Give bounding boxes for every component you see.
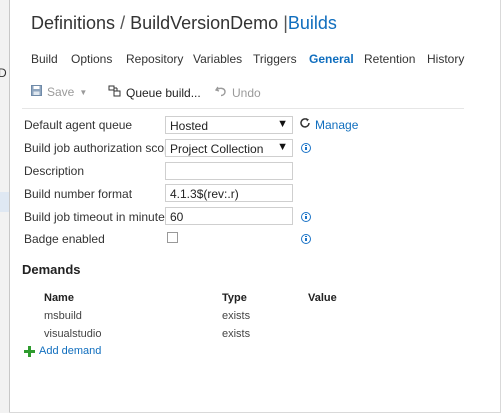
builds-link[interactable]: Builds: [288, 13, 337, 33]
auth-scope-select[interactable]: Project Collection ▼: [165, 139, 293, 157]
undo-icon: [214, 85, 227, 100]
breadcrumb-separator: /: [120, 13, 126, 33]
demand-type: exists: [222, 328, 251, 340]
tab-repository[interactable]: Repository: [126, 52, 183, 66]
tab-general[interactable]: General: [309, 52, 354, 66]
agent-queue-label: Default agent queue: [24, 118, 133, 132]
refresh-icon: [299, 117, 311, 132]
toolbar-divider: [22, 108, 464, 109]
tab-build[interactable]: Build: [31, 52, 58, 66]
save-label: Save: [47, 85, 75, 99]
info-icon[interactable]: [301, 143, 311, 153]
agent-queue-select[interactable]: Hosted ▼: [165, 116, 293, 134]
definition-name: BuildVersionDemo: [130, 13, 279, 33]
auth-scope-label: Build job authorization scope: [24, 141, 178, 155]
manage-link[interactable]: Manage: [299, 117, 358, 132]
badge-enabled-checkbox[interactable]: [167, 232, 178, 243]
left-rail-glyph: D: [0, 66, 7, 80]
dropdown-arrow-icon: ▼: [277, 118, 288, 130]
agent-queue-value: Hosted: [170, 119, 209, 133]
queue-build-button[interactable]: Queue build...: [108, 85, 201, 100]
demand-name: msbuild: [44, 310, 82, 322]
add-demand-button[interactable]: Add demand: [24, 345, 101, 357]
tab-triggers[interactable]: Triggers: [253, 52, 297, 66]
column-header-type: Type: [222, 292, 247, 304]
save-icon: [31, 85, 42, 99]
number-format-input[interactable]: 4.1.3$(rev:.r): [165, 184, 293, 202]
badge-label: Badge enabled: [24, 232, 105, 246]
save-button[interactable]: Save ▼: [31, 85, 87, 99]
left-rail-selected-item[interactable]: [0, 192, 9, 212]
column-header-value: Value: [308, 292, 337, 304]
demand-name: visualstudio: [44, 328, 102, 340]
description-label: Description: [24, 164, 85, 178]
chevron-down-icon: ▼: [79, 87, 88, 97]
left-rail: D: [0, 0, 10, 413]
page-title: Definitions / BuildVersionDemo |Builds: [31, 13, 337, 34]
breadcrumb-definitions[interactable]: Definitions: [31, 13, 115, 33]
add-demand-label: Add demand: [39, 345, 102, 357]
description-input[interactable]: [165, 162, 293, 180]
tab-retention[interactable]: Retention: [364, 52, 415, 66]
info-icon[interactable]: [301, 212, 311, 222]
timeout-input[interactable]: 60: [165, 207, 293, 225]
column-header-name: Name: [44, 292, 74, 304]
demands-heading: Demands: [22, 262, 81, 277]
dropdown-arrow-icon: ▼: [277, 141, 288, 153]
queue-build-icon: [108, 85, 121, 100]
number-format-label: Build number format: [24, 187, 133, 201]
tab-history[interactable]: History: [427, 52, 464, 66]
undo-label: Undo: [232, 85, 261, 100]
queue-build-label: Queue build...: [126, 85, 201, 100]
tab-options[interactable]: Options: [71, 52, 112, 66]
auth-scope-value: Project Collection: [170, 142, 264, 156]
manage-label: Manage: [315, 117, 359, 132]
info-icon[interactable]: [301, 234, 311, 244]
tab-variables[interactable]: Variables: [193, 52, 242, 66]
plus-icon: [24, 345, 35, 357]
timeout-label: Build job timeout in minutes: [24, 210, 171, 224]
demand-type: exists: [222, 310, 251, 322]
undo-button[interactable]: Undo: [214, 85, 261, 100]
